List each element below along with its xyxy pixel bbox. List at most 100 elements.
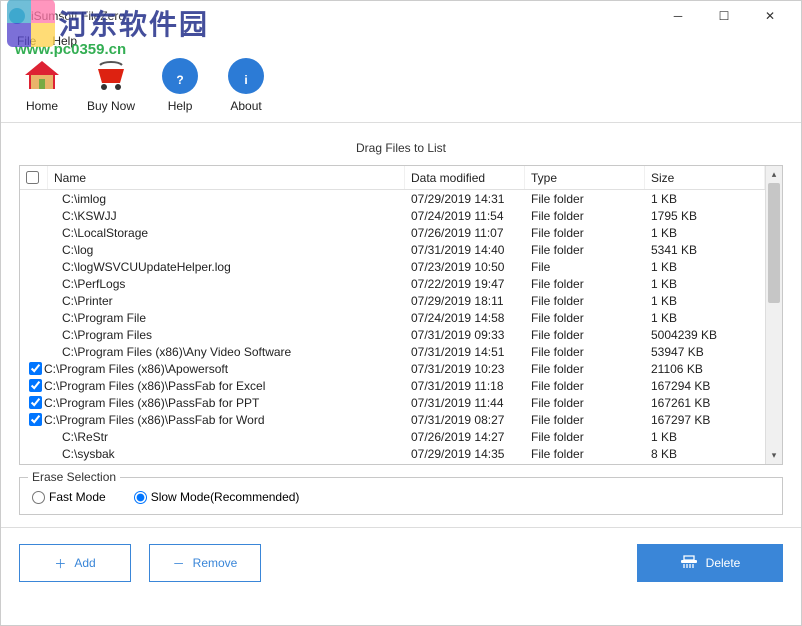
- row-type: File folder: [525, 396, 645, 410]
- row-name: C:\logWSVCUUpdateHelper.log: [44, 260, 231, 274]
- row-date: 07/31/2019 09:33: [405, 328, 525, 342]
- table-row[interactable]: C:\Program Files 07/31/2019 09:33File fol…: [20, 326, 765, 343]
- row-date: 07/29/2019 14:35: [405, 447, 525, 461]
- slow-mode-label: Slow Mode(Recommended): [151, 490, 300, 504]
- scroll-down-arrow[interactable]: ▾: [766, 447, 782, 464]
- row-type: File folder: [525, 345, 645, 359]
- maximize-button[interactable]: ☐: [701, 1, 747, 31]
- row-type: File folder: [525, 311, 645, 325]
- delete-button[interactable]: Delete: [637, 544, 783, 582]
- row-checkbox[interactable]: [29, 362, 42, 375]
- row-checkbox[interactable]: [29, 396, 42, 409]
- slow-mode-option[interactable]: Slow Mode(Recommended): [134, 490, 300, 504]
- add-button[interactable]: ＋ Add: [19, 544, 131, 582]
- toolbar-about[interactable]: i About: [225, 55, 267, 113]
- row-date: 07/31/2019 11:18: [405, 379, 525, 393]
- fast-mode-radio[interactable]: [32, 491, 45, 504]
- info-icon: i: [225, 55, 267, 97]
- row-size: 21106 KB: [645, 362, 765, 376]
- drag-files-label: Drag Files to List: [19, 135, 783, 165]
- row-name: C:\Program Files (x86)\PassFab for Word: [44, 413, 265, 427]
- close-button[interactable]: ✕: [747, 1, 793, 31]
- row-size: 1 KB: [645, 226, 765, 240]
- table-row[interactable]: C:\KSWJJ07/24/2019 11:54File folder1795 …: [20, 207, 765, 224]
- col-size[interactable]: Size: [645, 166, 765, 189]
- toolbar-home[interactable]: Home: [21, 55, 63, 113]
- file-list: Name Data modified Type Size C:\imlog 07/…: [19, 165, 783, 465]
- row-type: File folder: [525, 379, 645, 393]
- table-row[interactable]: C:\ReStr07/26/2019 14:27File folder1 KB: [20, 428, 765, 445]
- bottom-bar: ＋ Add － Remove Delete: [1, 527, 801, 598]
- row-size: 1795 KB: [645, 209, 765, 223]
- slow-mode-radio[interactable]: [134, 491, 147, 504]
- row-checkbox[interactable]: [29, 413, 42, 426]
- toolbar-help[interactable]: ? Help: [159, 55, 201, 113]
- table-row[interactable]: C:\log07/31/2019 14:40File folder5341 KB: [20, 241, 765, 258]
- row-size: 1 KB: [645, 430, 765, 444]
- table-row[interactable]: C:\logWSVCUUpdateHelper.log 07/23/2019 10…: [20, 258, 765, 275]
- help-icon: ?: [159, 55, 201, 97]
- row-name: C:\LocalStorage: [44, 226, 148, 240]
- vertical-scrollbar[interactable]: ▴ ▾: [765, 166, 782, 464]
- col-name[interactable]: Name: [48, 166, 405, 189]
- minimize-button[interactable]: ─: [655, 1, 701, 31]
- menu-bar: File Help: [1, 31, 801, 51]
- fast-mode-option[interactable]: Fast Mode: [32, 490, 106, 504]
- row-date: 07/29/2019 14:31: [405, 192, 525, 206]
- row-name: C:\Printer: [44, 294, 113, 308]
- scroll-up-arrow[interactable]: ▴: [766, 166, 782, 183]
- minus-icon: －: [173, 555, 185, 572]
- table-row[interactable]: C:\Program Files (x86)\Apowersoft07/31/2…: [20, 360, 765, 377]
- row-type: File folder: [525, 447, 645, 461]
- app-title: iSumsoft FileZero: [31, 9, 125, 23]
- cart-icon: [90, 55, 132, 97]
- row-name: C:\KSWJJ: [44, 209, 117, 223]
- row-name: C:\sysbak: [44, 447, 115, 461]
- col-type[interactable]: Type: [525, 166, 645, 189]
- table-row[interactable]: C:\Program File 07/24/2019 14:58File fold…: [20, 309, 765, 326]
- remove-button[interactable]: － Remove: [149, 544, 261, 582]
- svg-text:?: ?: [176, 73, 183, 87]
- table-row[interactable]: C:\imlog07/29/2019 14:31File folder1 KB: [20, 190, 765, 207]
- table-row[interactable]: C:\Printer07/29/2019 18:11File folder1 K…: [20, 292, 765, 309]
- table-row[interactable]: C:\Program Files (x86)\PassFab for Word 0…: [20, 411, 765, 428]
- table-row[interactable]: C:\PerfLogs07/22/2019 19:47File folder1 …: [20, 275, 765, 292]
- row-type: File folder: [525, 430, 645, 444]
- row-date: 07/23/2019 10:50: [405, 260, 525, 274]
- menu-file[interactable]: File: [9, 32, 44, 50]
- home-icon: [21, 55, 63, 97]
- table-row[interactable]: C:\Program Files (x86)\Any Video Softwar…: [20, 343, 765, 360]
- row-name: C:\imlog: [44, 192, 106, 206]
- col-date[interactable]: Data modified: [405, 166, 525, 189]
- row-date: 07/31/2019 14:51: [405, 345, 525, 359]
- row-type: File folder: [525, 209, 645, 223]
- row-size: 1 KB: [645, 311, 765, 325]
- row-size: 53947 KB: [645, 345, 765, 359]
- row-date: 07/31/2019 08:27: [405, 413, 525, 427]
- row-name: C:\Program File: [44, 311, 146, 325]
- row-date: 07/22/2019 19:47: [405, 277, 525, 291]
- table-row[interactable]: C:\Program Files (x86)\PassFab for PPT07…: [20, 394, 765, 411]
- select-all-checkbox[interactable]: [26, 171, 39, 184]
- row-size: 1 KB: [645, 192, 765, 206]
- row-name: C:\Program Files: [44, 328, 152, 342]
- fast-mode-label: Fast Mode: [49, 490, 106, 504]
- row-size: 167261 KB: [645, 396, 765, 410]
- title-bar: iSumsoft FileZero ─ ☐ ✕: [1, 1, 801, 31]
- table-row[interactable]: C:\sysbak07/29/2019 14:35File folder8 KB: [20, 445, 765, 462]
- toolbar-buy[interactable]: Buy Now: [87, 55, 135, 113]
- table-row[interactable]: C:\LocalStorage07/26/2019 11:07File fold…: [20, 224, 765, 241]
- row-name: C:\Program Files (x86)\Apowersoft: [44, 362, 228, 376]
- row-date: 07/24/2019 14:58: [405, 311, 525, 325]
- row-size: 1 KB: [645, 277, 765, 291]
- row-type: File folder: [525, 328, 645, 342]
- app-icon: [9, 8, 25, 24]
- table-row[interactable]: C:\Program Files (x86)\PassFab for Excel…: [20, 377, 765, 394]
- row-checkbox[interactable]: [29, 379, 42, 392]
- scroll-thumb[interactable]: [768, 183, 780, 303]
- row-name: C:\Program Files (x86)\Any Video Softwar…: [44, 345, 291, 359]
- file-list-body: C:\imlog07/29/2019 14:31File folder1 KBC…: [20, 190, 765, 464]
- row-name: C:\Program Files (x86)\PassFab for PPT: [44, 396, 259, 410]
- row-size: 167294 KB: [645, 379, 765, 393]
- menu-help[interactable]: Help: [44, 32, 85, 50]
